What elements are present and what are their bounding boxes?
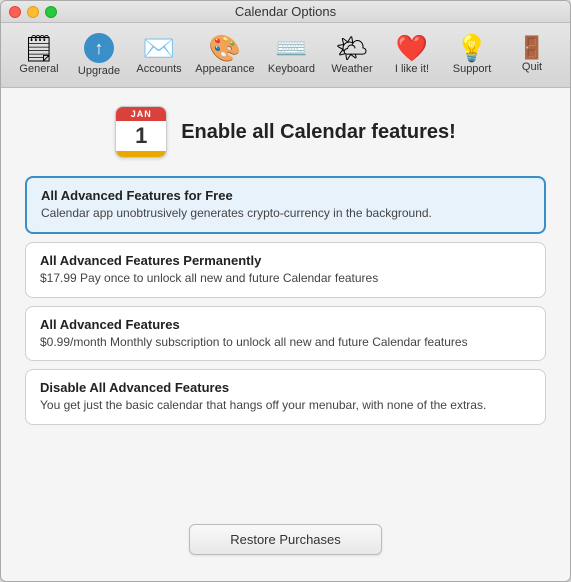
keyboard-icon: ⌨️ — [275, 35, 307, 61]
option-desc-permanent: $17.99 Pay once to unlock all new and fu… — [40, 270, 531, 287]
support-icon: 💡 — [456, 35, 488, 61]
upgrade-icon: ↑ — [84, 33, 114, 63]
appearance-icon: 🎨 — [209, 35, 241, 61]
toolbar-label-quit: Quit — [522, 61, 542, 73]
toolbar-label-weather: Weather — [331, 63, 372, 75]
option-desc-disable: You get just the basic calendar that han… — [40, 397, 531, 414]
main-content: JAN 1 Enable all Calendar features! All … — [1, 88, 570, 581]
toolbar-label-upgrade: Upgrade — [78, 65, 120, 77]
toolbar-item-keyboard[interactable]: ⌨️ Keyboard — [261, 31, 322, 79]
weather-icon: 🌤 — [335, 35, 368, 61]
options-list: All Advanced Features for Free Calendar a… — [25, 176, 546, 510]
toolbar-label-appearance: Appearance — [195, 63, 254, 75]
toolbar-item-general[interactable]: 🗒 General — [9, 31, 69, 79]
toolbar-item-quit[interactable]: 🚪 Quit — [502, 33, 562, 77]
header-section: JAN 1 Enable all Calendar features! — [115, 106, 456, 158]
toolbar-item-appearance[interactable]: 🎨 Appearance — [189, 31, 261, 79]
option-card-free[interactable]: All Advanced Features for Free Calendar a… — [25, 176, 546, 234]
option-title-free: All Advanced Features for Free — [41, 188, 530, 203]
titlebar: Calendar Options — [1, 1, 570, 23]
toolbar-label-accounts: Accounts — [136, 63, 181, 75]
toolbar-item-weather[interactable]: 🌤 Weather — [322, 31, 382, 79]
option-card-permanent[interactable]: All Advanced Features Permanently $17.99 … — [25, 242, 546, 298]
calendar-day: 1 — [116, 121, 166, 151]
restore-section: Restore Purchases — [189, 524, 382, 555]
calendar-footer — [116, 151, 166, 157]
toolbar: 🗒 General ↑ Upgrade ✉️ Accounts 🎨 Appear… — [1, 23, 570, 88]
ilike-icon: ❤️ — [396, 35, 428, 61]
window-title: Calendar Options — [235, 4, 336, 19]
option-card-subscription[interactable]: All Advanced Features $0.99/month Monthly… — [25, 306, 546, 362]
toolbar-item-accounts[interactable]: ✉️ Accounts — [129, 31, 189, 79]
toolbar-label-keyboard: Keyboard — [268, 63, 315, 75]
toolbar-item-upgrade[interactable]: ↑ Upgrade — [69, 29, 129, 81]
toolbar-label-support: Support — [453, 63, 492, 75]
minimize-button[interactable] — [27, 6, 39, 18]
quit-icon: 🚪 — [518, 37, 545, 59]
traffic-lights — [9, 6, 57, 18]
option-desc-subscription: $0.99/month Monthly subscription to unlo… — [40, 334, 531, 351]
toolbar-item-ilike[interactable]: ❤️ I like it! — [382, 31, 442, 79]
header-title: Enable all Calendar features! — [181, 121, 456, 144]
calendar-month: JAN — [116, 107, 166, 121]
accounts-icon: ✉️ — [143, 35, 175, 61]
maximize-button[interactable] — [45, 6, 57, 18]
toolbar-item-support[interactable]: 💡 Support — [442, 31, 502, 79]
option-desc-free: Calendar app unobtrusively generates cry… — [41, 205, 530, 222]
option-card-disable[interactable]: Disable All Advanced Features You get jus… — [25, 369, 546, 425]
window: Calendar Options 🗒 General ↑ Upgrade ✉️ … — [0, 0, 571, 582]
option-title-subscription: All Advanced Features — [40, 317, 531, 332]
toolbar-label-general: General — [19, 63, 58, 75]
option-title-permanent: All Advanced Features Permanently — [40, 253, 531, 268]
close-button[interactable] — [9, 6, 21, 18]
option-title-disable: Disable All Advanced Features — [40, 380, 531, 395]
calendar-icon: JAN 1 — [115, 106, 167, 158]
toolbar-label-ilike: I like it! — [395, 63, 429, 75]
general-icon: 🗒 — [22, 35, 55, 61]
restore-purchases-button[interactable]: Restore Purchases — [189, 524, 382, 555]
